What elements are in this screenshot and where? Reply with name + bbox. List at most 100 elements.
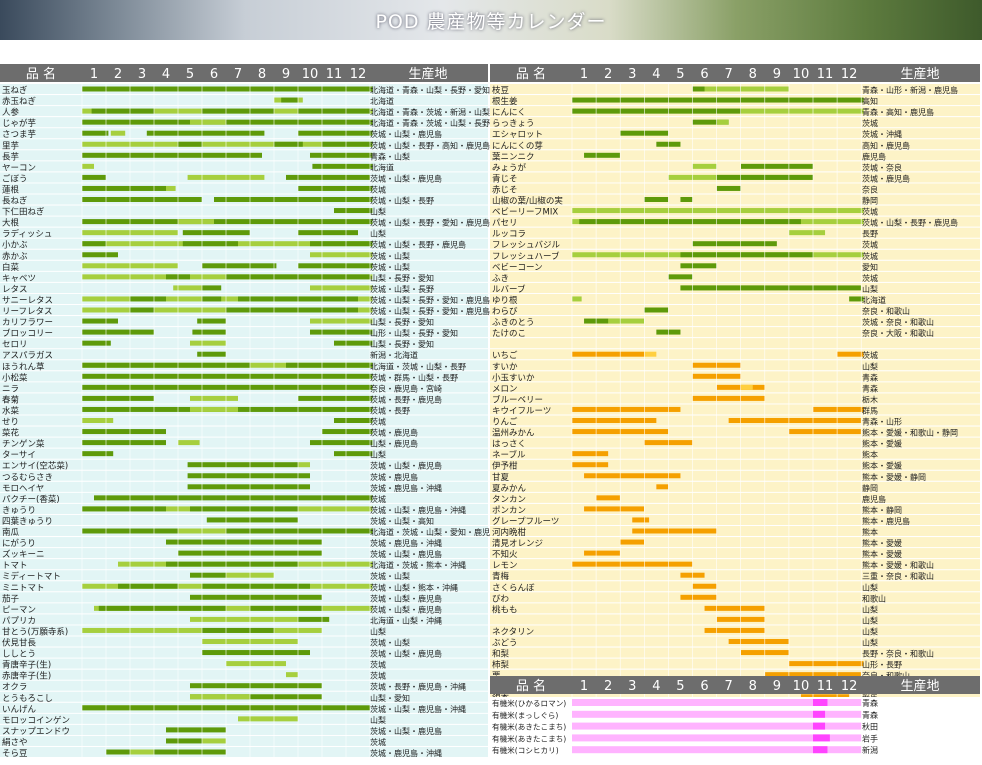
right-item-origin: 茨城・奈良 — [862, 162, 902, 172]
left-item-name: 春菊 — [2, 394, 19, 405]
left-row: 大根 茨城・山梨・長野・愛知・鹿児島 — [0, 216, 490, 229]
left-row: 甘とう(万願寺系) 山梨 — [0, 625, 488, 637]
right-item-name: フレッシュハーブ — [492, 251, 560, 262]
left-item-origin: 茨城・山梨・長野・愛知・鹿児島 — [370, 295, 490, 305]
right-item-origin: 青森 — [862, 372, 878, 382]
left-row: 茄子 茨城・山梨・鹿児島 — [0, 592, 488, 604]
right-season-bar — [692, 163, 717, 169]
left-season-bar — [118, 583, 178, 589]
left-item-origin: 山形・山梨・長野・愛知 — [370, 328, 458, 338]
right-row: フレッシュバジル 茨城 — [490, 238, 980, 251]
left-item-name: 伏見甘長 — [2, 638, 37, 649]
left-item-origin: 茨城・山梨 — [370, 262, 410, 272]
left-month-8: 8 — [258, 67, 266, 82]
right-season-bar — [620, 539, 645, 545]
right-season-bar — [584, 550, 621, 556]
left-item-origin: 茨城・山梨・鹿児島 — [370, 129, 442, 139]
right-season-bar — [728, 418, 862, 423]
right-item-origin: 北海道 — [862, 295, 886, 305]
right-row: 小玉すいか 青森 — [490, 371, 980, 383]
right-item-header: 品 名 — [516, 66, 546, 82]
right-season-bar — [596, 495, 621, 501]
left-season-bar — [310, 329, 373, 335]
right-row: 甘夏 熊本・愛媛・静岡 — [490, 470, 980, 483]
left-item-name: とうもろこし — [2, 694, 53, 704]
right-item-origin: 熊本 — [862, 527, 878, 537]
rice-month-6: 6 — [700, 679, 708, 694]
right-item-name: すいか — [492, 362, 518, 372]
right-row: ゆり根 北海道 — [490, 293, 980, 306]
left-season-bar — [190, 506, 298, 512]
left-season-bar — [202, 296, 222, 302]
left-item-origin: 北海道・茨城・山梨・愛知・鹿児島 — [370, 527, 498, 537]
rice-row: 有機米(あきたこまち) 岩手 — [490, 732, 980, 744]
right-item-name: 青梅 — [492, 571, 510, 582]
left-season-bar — [82, 440, 166, 446]
right-item-name: 枝豆 — [492, 85, 509, 96]
right-row: 山椒の葉/山椒の実 静岡 — [490, 194, 980, 207]
left-item-name: 四葉きゅうり — [2, 516, 53, 527]
right-item-name: 清見オレンジ — [492, 538, 543, 549]
right-row: キウイフルーツ 群馬 — [490, 404, 980, 416]
right-season-bar — [584, 506, 645, 512]
left-season-bar — [298, 230, 358, 236]
right-row: 桃もも 山梨 — [490, 603, 980, 615]
left-item-origin: 茨城・山梨・鹿児島 — [370, 649, 442, 659]
right-item-name: さくらんぼ — [492, 583, 535, 593]
left-row: 長ねぎ 茨城・山梨・長野 — [0, 194, 488, 207]
rice-season-bar — [813, 734, 830, 742]
left-season-bar — [334, 340, 373, 346]
left-season-bar — [166, 185, 176, 191]
right-item-name: 温州みかん — [492, 428, 535, 439]
left-item-origin: 茨城・山梨・長野 — [370, 284, 434, 294]
left-season-bar — [190, 594, 322, 600]
right-row: 青梅 三重・奈良・和歌山 — [490, 570, 980, 582]
left-season-bar — [166, 539, 322, 545]
right-item-name: 小玉すいか — [492, 372, 535, 383]
right-season-bar — [572, 406, 681, 412]
right-month-10: 10 — [793, 67, 810, 82]
left-row: ブロッコリー 山形・山梨・長野・愛知 — [0, 327, 488, 339]
right-item-origin: 熊本・鹿児島 — [862, 516, 910, 526]
right-month-7: 7 — [725, 67, 733, 82]
left-row: トマト 北海道・茨城・熊本・沖縄 — [0, 559, 488, 571]
left-season-bar — [310, 152, 373, 158]
left-season-bar — [94, 495, 373, 501]
left-season-bar — [82, 329, 154, 335]
left-season-bar — [190, 340, 226, 346]
left-month-12: 12 — [350, 67, 367, 82]
right-season-bar — [572, 451, 609, 457]
left-season-bar — [250, 605, 322, 611]
left-season-bar — [322, 141, 373, 147]
right-row: ネーブル 熊本 — [490, 448, 980, 461]
right-season-bar — [644, 307, 669, 313]
right-item-name: ふきのとう — [492, 318, 535, 328]
left-item-name: ニラ — [2, 384, 19, 394]
left-item-name: キャベツ — [2, 274, 36, 284]
right-row: ベビーリーフMIX 茨城 — [490, 205, 980, 218]
left-season-bar — [310, 252, 373, 258]
right-row: 伊予柑 熊本・愛媛 — [490, 459, 980, 472]
left-item-name: にがうり — [2, 538, 36, 549]
right-row: ルバーブ 山梨 — [490, 282, 980, 295]
left-item-name: 大根 — [2, 218, 20, 229]
left-row: ヤーコン 北海道 — [0, 161, 488, 173]
left-row: サニーレタス 茨城・山梨・長野・愛知・鹿児島 — [0, 293, 490, 306]
left-item-name: 白菜 — [2, 262, 20, 273]
right-item-origin: 山梨 — [862, 615, 878, 625]
right-row: レモン 熊本・愛媛・和歌山 — [490, 559, 980, 571]
right-row: ぶどう 山梨 — [490, 636, 980, 649]
right-month-11: 11 — [817, 67, 834, 82]
right-season-bar — [704, 627, 765, 633]
left-item-name: リーフレタス — [2, 307, 53, 317]
left-item-origin: 茨城 — [370, 660, 386, 670]
right-item-name: ぶどう — [492, 639, 518, 649]
right-item-origin: 熊本・愛媛・和歌山 — [862, 560, 934, 570]
left-item-name: 赤玉ねぎ — [2, 96, 37, 107]
right-season-bar — [584, 473, 681, 479]
left-row: ターサイ 山梨 — [0, 448, 488, 461]
right-season-bar — [680, 263, 717, 269]
right-item-name: レモン — [492, 561, 518, 571]
left-season-bar — [110, 130, 126, 136]
right-season-bar — [644, 197, 669, 202]
